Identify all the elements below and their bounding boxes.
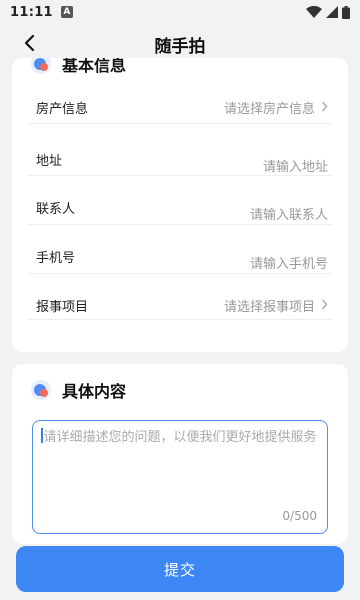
report-item-row[interactable]: 报事项目 请选择报事项目 bbox=[28, 274, 332, 320]
text-cursor bbox=[41, 428, 43, 443]
description-placeholder: 请详细描述您的问题，以便我们更好地提供服务 bbox=[43, 430, 317, 445]
page-title: 随手拍 bbox=[154, 36, 206, 57]
phone-input[interactable]: 请输入手机号 bbox=[250, 253, 328, 272]
status-bar: 11:11 A bbox=[0, 0, 360, 24]
description-textarea[interactable]: 请详细描述您的问题，以便我们更好地提供服务 0/500 bbox=[32, 420, 328, 534]
phone-row[interactable]: 手机号 请输入手机号 bbox=[28, 225, 332, 274]
address-label: 地址 bbox=[36, 154, 63, 169]
chevron-left-icon bbox=[24, 34, 35, 52]
signal-icon bbox=[326, 6, 338, 18]
property-placeholder: 请选择房产信息 bbox=[223, 102, 315, 117]
submit-button[interactable]: 提交 bbox=[16, 546, 344, 592]
back-button[interactable] bbox=[18, 32, 40, 54]
notification-icon: A bbox=[60, 6, 73, 18]
contact-label: 联系人 bbox=[36, 202, 76, 217]
report-item-label: 报事项目 bbox=[36, 300, 89, 315]
chevron-right-icon bbox=[321, 299, 328, 313]
battery-icon bbox=[342, 5, 350, 19]
report-item-select[interactable]: 请选择报事项目 bbox=[224, 296, 328, 315]
property-label: 房产信息 bbox=[36, 102, 89, 117]
basic-info-title: 基本信息 bbox=[62, 58, 127, 75]
address-row[interactable]: 地址 请输入地址 bbox=[28, 124, 332, 176]
details-card: 具体内容 请详细描述您的问题，以便我们更好地提供服务 0/500 bbox=[12, 364, 348, 544]
details-title: 具体内容 bbox=[62, 382, 127, 401]
basic-info-card: 基本信息 房产信息 请选择房产信息 地址 请输入地址 联系人 请输入联系人 手机… bbox=[12, 58, 348, 352]
contact-input[interactable]: 请输入联系人 bbox=[250, 204, 328, 223]
contact-row[interactable]: 联系人 请输入联系人 bbox=[28, 176, 332, 225]
phone-label: 手机号 bbox=[36, 251, 76, 266]
chevron-right-icon bbox=[321, 101, 328, 115]
address-input[interactable]: 请输入地址 bbox=[263, 156, 328, 175]
info-section-icon bbox=[30, 58, 52, 75]
wifi-icon bbox=[306, 6, 322, 18]
status-time: 11:11 bbox=[10, 4, 53, 20]
details-header: 具体内容 bbox=[12, 366, 348, 414]
property-select[interactable]: 请选择房产信息 bbox=[224, 98, 328, 117]
char-counter: 0/500 bbox=[282, 509, 317, 523]
content-section-icon bbox=[30, 379, 52, 401]
property-row[interactable]: 房产信息 请选择房产信息 bbox=[28, 84, 332, 124]
report-item-placeholder: 请选择报事项目 bbox=[223, 300, 315, 315]
